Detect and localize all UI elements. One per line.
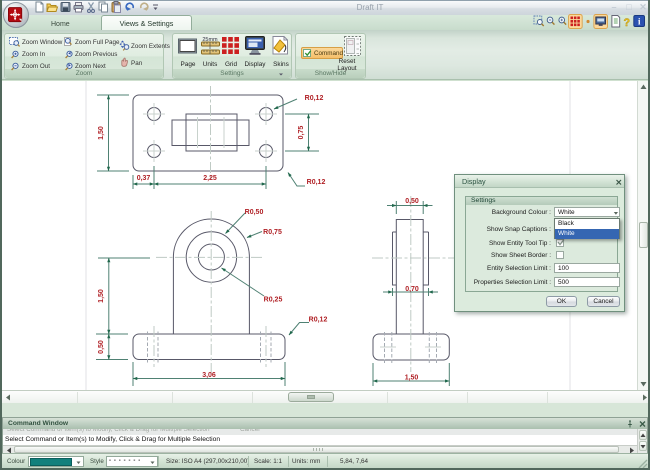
svg-text:R0,12: R0,12 [305, 95, 324, 102]
svg-text:0,75: 0,75 [298, 126, 305, 140]
svg-text:0,70: 0,70 [405, 286, 419, 293]
svg-text:0,37: 0,37 [137, 175, 151, 182]
svg-text:R0,75: R0,75 [263, 229, 282, 236]
svg-text:2,25: 2,25 [203, 175, 217, 182]
svg-text:1,50: 1,50 [405, 375, 419, 382]
svg-text:R0,12: R0,12 [309, 317, 328, 324]
svg-text:R0,12: R0,12 [307, 179, 326, 186]
svg-text:0,50: 0,50 [98, 340, 105, 354]
svg-text:1,50: 1,50 [98, 289, 105, 303]
svg-text:R0,25: R0,25 [264, 297, 283, 304]
svg-text:R0,50: R0,50 [245, 209, 264, 216]
svg-text:0,50: 0,50 [405, 198, 419, 205]
svg-text:3,06: 3,06 [202, 372, 216, 379]
svg-text:?: ? [624, 17, 631, 29]
svg-text:1,50: 1,50 [98, 126, 105, 140]
